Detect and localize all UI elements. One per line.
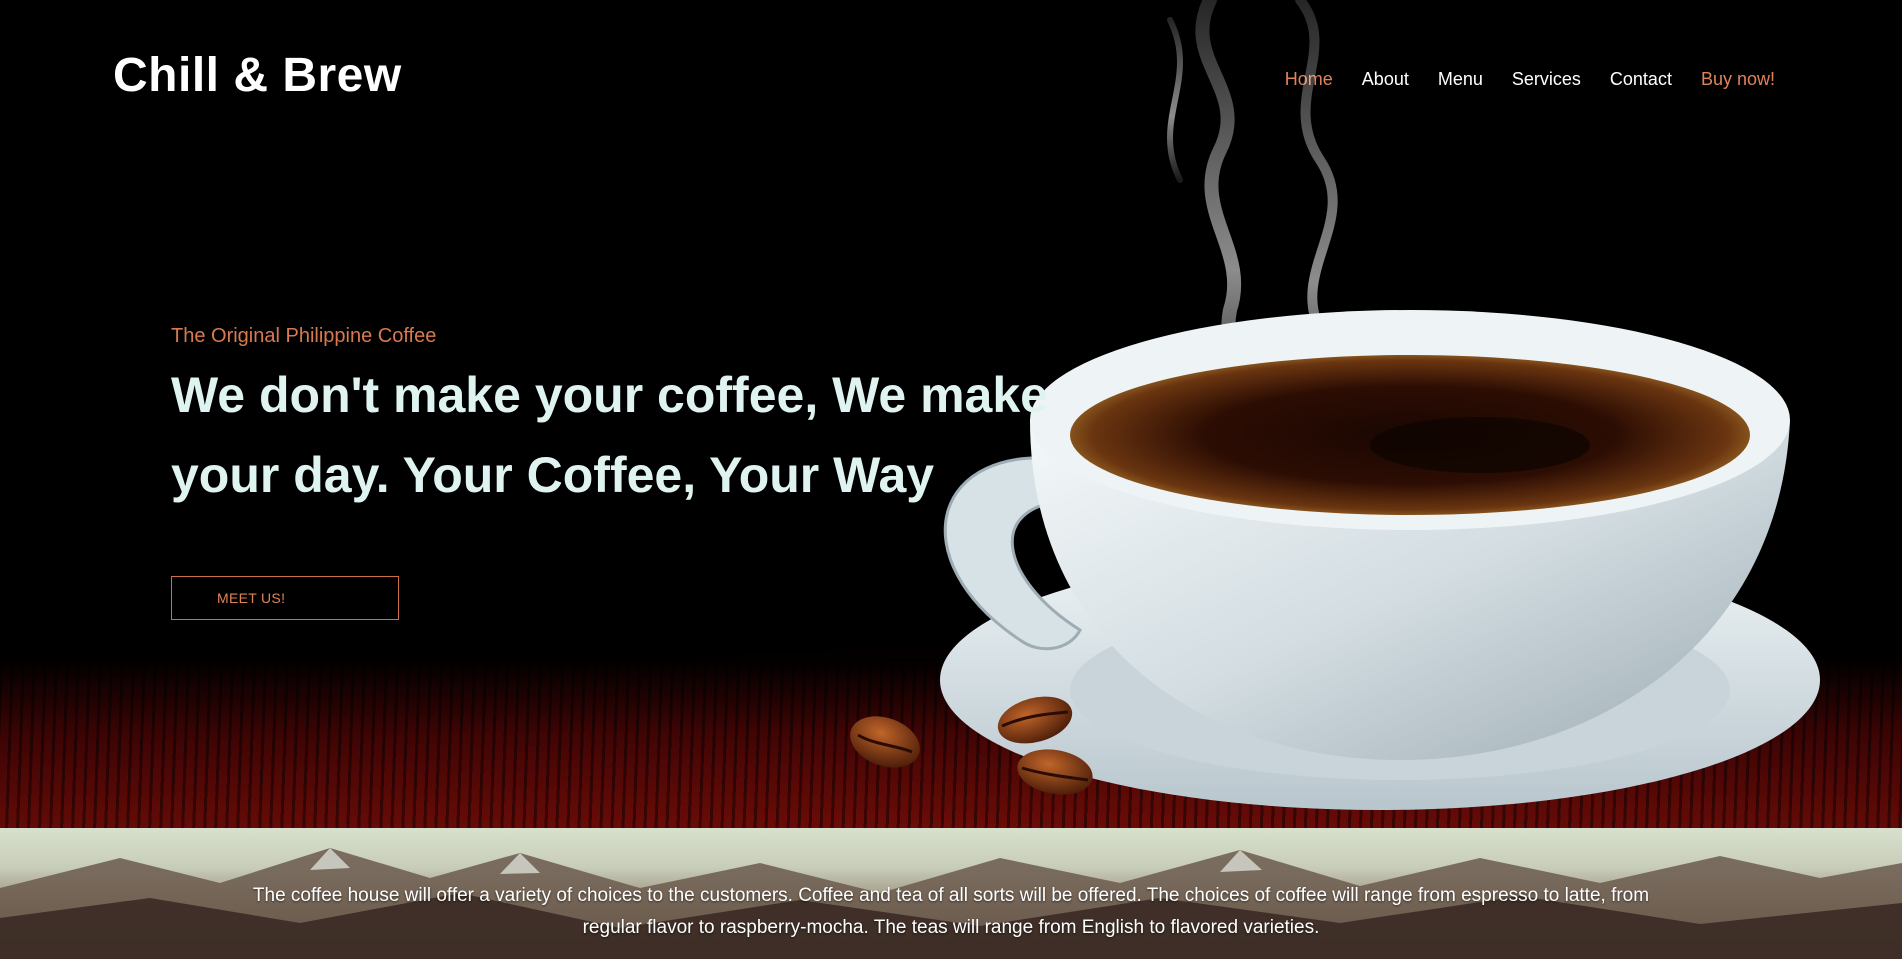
hero-tagline: The Original Philippine Coffee [171,325,437,347]
about-strip: The coffee house will offer a variety of… [0,828,1902,959]
about-description: The coffee house will offer a variety of… [252,885,1650,938]
hero-headline: We don't make your coffee, We make your … [171,367,1048,503]
meet-us-button[interactable]: MEET US! [171,576,399,620]
hero-section: Chill & Brew Home About Menu Services Co… [0,0,1902,828]
brand-logo[interactable]: Chill & Brew [113,48,402,103]
page: Chill & Brew Home About Menu Services Co… [0,0,1902,959]
